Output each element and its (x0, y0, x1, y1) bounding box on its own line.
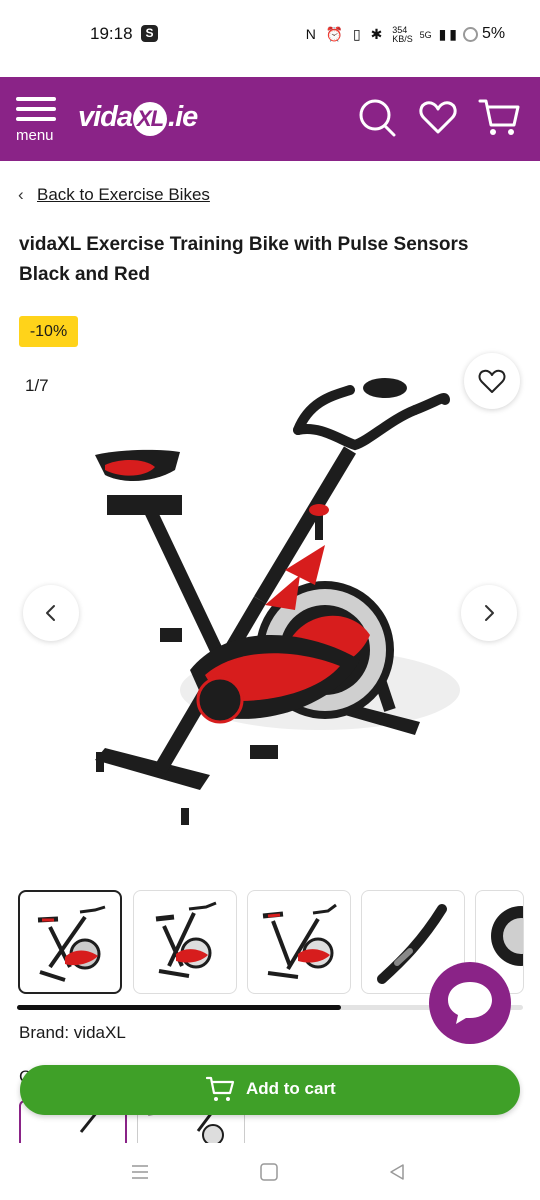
nfc-icon: N (305, 26, 319, 42)
thumbnail-image (155, 901, 217, 978)
logo-prefix: vida (78, 101, 133, 133)
discount-badge: -10% (19, 316, 78, 347)
site-header: menu vida XL .ie (0, 77, 540, 161)
recent-apps-icon[interactable] (129, 1161, 151, 1183)
thumbnail-image (37, 905, 106, 982)
logo-suffix: .ie (168, 101, 198, 133)
logo-mark: XL (133, 102, 168, 136)
bluetooth-icon: ✱ (370, 26, 386, 42)
site-logo[interactable]: vida XL .ie (78, 101, 198, 136)
heart-outline-icon (478, 369, 506, 393)
search-icon[interactable] (356, 95, 400, 139)
thumbnail-scroll-thumb[interactable] (17, 1005, 341, 1010)
add-to-cart-button[interactable]: Add to cart (20, 1065, 520, 1115)
battery-level: 5% (482, 25, 506, 42)
product-image[interactable] (70, 370, 470, 840)
network-speed: 354 KB/S (392, 25, 413, 45)
app-badge-icon: S (141, 25, 158, 42)
system-navigation-bar (0, 1143, 540, 1200)
gallery-thumbnail[interactable] (247, 890, 351, 994)
status-bar: 19:18 S N ⏰ ▯ ✱ 354 KB/S 5G ▮▮ 5% (0, 0, 540, 66)
vibrate-icon: ▯ (353, 26, 364, 42)
image-counter: 1/7 (25, 376, 49, 395)
heart-icon[interactable] (416, 95, 460, 139)
cart-icon (206, 1076, 235, 1101)
chevron-left-icon (46, 605, 55, 621)
thumbnail-image (262, 903, 337, 979)
product-title: vidaXL Exercise Training Bike with Pulse… (19, 234, 469, 285)
menu-label[interactable]: menu (16, 127, 54, 144)
status-time: 19:18 (90, 24, 133, 43)
chevron-left-icon[interactable]: ‹ (18, 185, 24, 205)
status-icons: N ⏰ ▯ ✱ 354 KB/S 5G ▮▮ (306, 26, 460, 44)
hamburger-bar (16, 117, 56, 121)
product-brand: Brand: vidaXL (19, 1023, 126, 1042)
chevron-right-icon (485, 605, 494, 621)
back-icon[interactable] (386, 1161, 408, 1183)
chat-button[interactable] (429, 962, 511, 1044)
add-to-cart-label: Add to cart (246, 1079, 336, 1098)
gallery-thumbnail[interactable] (18, 890, 122, 994)
alarm-icon: ⏰ (325, 26, 347, 42)
network-type: 5G (419, 29, 432, 40)
cart-icon[interactable] (478, 95, 522, 139)
wishlist-button[interactable] (464, 353, 520, 409)
gallery-next-button[interactable] (461, 585, 517, 641)
gallery-prev-button[interactable] (23, 585, 79, 641)
battery-ring-icon (463, 27, 478, 42)
gallery-thumbnail[interactable] (133, 890, 237, 994)
home-icon[interactable] (258, 1161, 280, 1183)
hamburger-icon (16, 97, 56, 101)
chat-bubble-icon (448, 982, 492, 1024)
hamburger-bar (16, 107, 56, 111)
signal-icon: ▮▮ (438, 26, 460, 42)
back-link[interactable]: Back to Exercise Bikes (37, 185, 210, 205)
